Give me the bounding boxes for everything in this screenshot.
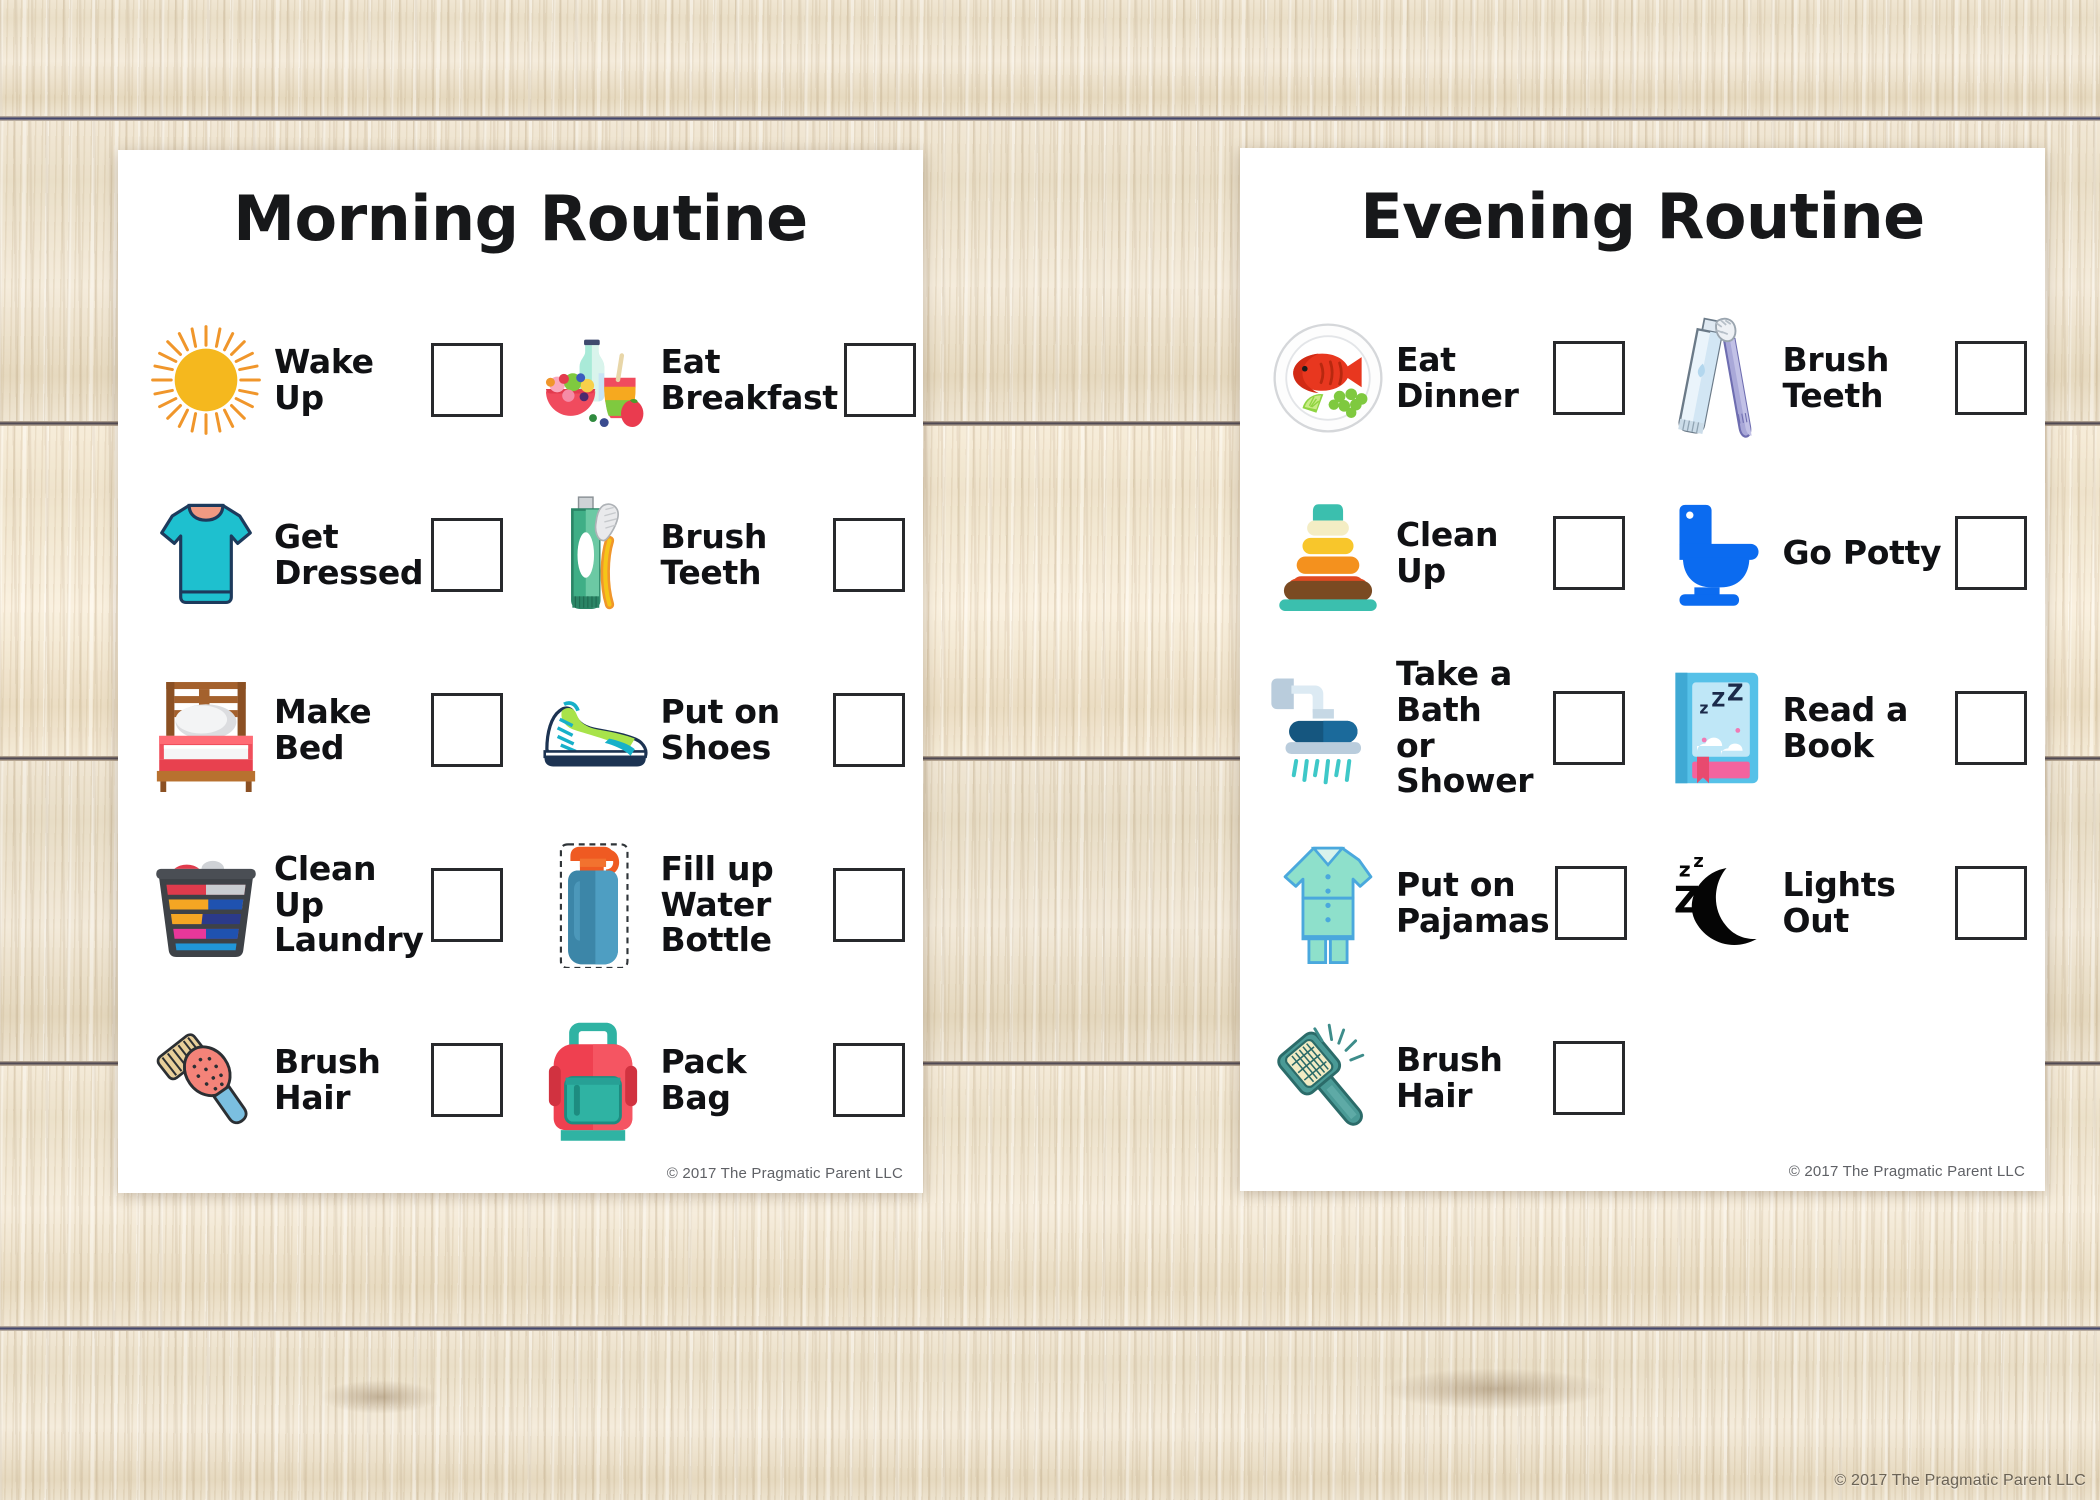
- checkbox-fill-water-bottle[interactable]: [833, 867, 905, 942]
- task-item-make-bed[interactable]: Make Bed: [118, 668, 521, 792]
- task-label: Clean Up Laundry: [274, 849, 424, 960]
- checkbox-get-dressed[interactable]: [430, 517, 503, 592]
- task-label: Brush Teeth: [660, 516, 768, 592]
- bed-icon: [144, 668, 268, 792]
- water-bottle-icon: [531, 842, 655, 968]
- checkbox-clean-up-laundry[interactable]: [430, 867, 503, 942]
- laundry-basket-icon: [144, 843, 268, 967]
- sun-icon: [144, 318, 268, 442]
- checkbox-brush-hair-evening[interactable]: [1552, 1040, 1625, 1115]
- page-title-evening: Evening Routine: [1360, 180, 1925, 253]
- task-item-brush-teeth-morning[interactable]: Brush Teeth: [521, 493, 924, 617]
- task-item-eat-breakfast[interactable]: Eat Breakfast: [521, 318, 924, 442]
- table-row: Take a Bath or Shower z Z Z Read a Book: [1240, 640, 2045, 815]
- table-row: Wake Up Eat Breakfast: [118, 292, 923, 467]
- task-label: Clean Up: [1396, 514, 1499, 590]
- task-item-fill-water-bottle[interactable]: Fill up Water Bottle: [521, 842, 924, 968]
- checkbox-pack-bag[interactable]: [833, 1042, 905, 1117]
- table-row: Brush Hair Pack Bag: [118, 992, 923, 1167]
- morning-task-list: Wake Up Eat Breakfast Get Dressed Brush …: [118, 292, 923, 1167]
- checkbox-take-bath-or-shower[interactable]: [1552, 690, 1625, 765]
- hair-brush-icon: [1266, 1016, 1390, 1140]
- evening-task-list: Eat Dinner Brush Teeth Clean Up Go Potty…: [1240, 290, 2045, 1165]
- toothbrush-icon: [1653, 316, 1777, 440]
- table-row: Make Bed Put on Shoes: [118, 642, 923, 817]
- task-item-brush-teeth-evening[interactable]: Brush Teeth: [1643, 316, 2046, 440]
- table-row: Put on Pajamas z z Z Lights Out: [1240, 815, 2045, 990]
- task-item-clean-up-laundry[interactable]: Clean Up Laundry: [118, 843, 521, 967]
- task-item-read-a-book[interactable]: z Z Z Read a Book: [1643, 666, 2046, 790]
- page-title-morning: Morning Routine: [233, 182, 808, 255]
- backpack-icon: [531, 1018, 655, 1142]
- task-label: Pack Bag: [660, 1041, 747, 1117]
- task-item-take-bath-or-shower[interactable]: Take a Bath or Shower: [1240, 656, 1643, 799]
- checkbox-eat-dinner[interactable]: [1552, 340, 1625, 415]
- task-label: Brush Teeth: [1782, 339, 1890, 415]
- toilet-icon: [1653, 491, 1777, 615]
- evening-routine-card: Evening Routine Eat Dinner Brush Teeth C…: [1240, 148, 2045, 1191]
- task-label: Get Dressed: [274, 516, 424, 592]
- checkbox-clean-up-evening[interactable]: [1552, 515, 1625, 590]
- pajamas-icon: [1266, 841, 1390, 965]
- task-item-pack-bag[interactable]: Pack Bag: [521, 1018, 924, 1142]
- task-label: Brush Hair: [1396, 1039, 1503, 1115]
- copyright-morning: © 2017 The Pragmatic Parent LLC: [666, 1165, 903, 1182]
- checkbox-eat-breakfast[interactable]: [843, 342, 916, 417]
- task-item-clean-up-evening[interactable]: Clean Up: [1240, 491, 1643, 615]
- svg-text:z: z: [1699, 699, 1708, 717]
- checkbox-brush-hair-morning[interactable]: [430, 1042, 503, 1117]
- task-item-wake-up[interactable]: Wake Up: [118, 318, 521, 442]
- checkbox-make-bed[interactable]: [430, 692, 503, 767]
- task-label: Go Potty: [1782, 532, 1942, 572]
- task-label: Take a Bath or Shower: [1396, 654, 1534, 801]
- breakfast-icon: [531, 318, 655, 442]
- task-label: Wake Up: [274, 341, 374, 417]
- task-item-put-on-pajamas[interactable]: Put on Pajamas: [1240, 841, 1643, 965]
- task-label: Lights Out: [1782, 864, 1896, 940]
- table-row: Brush Hair: [1240, 990, 2045, 1165]
- checkbox-read-a-book[interactable]: [1955, 690, 2027, 765]
- copyright-evening: © 2017 The Pragmatic Parent LLC: [1788, 1163, 2025, 1180]
- table-row: Clean Up Laundry Fill up Water Bottle: [118, 817, 923, 992]
- task-label: Read a Book: [1782, 689, 1909, 765]
- svg-text:z: z: [1693, 850, 1704, 871]
- moon-icon: z z Z: [1653, 841, 1777, 965]
- checkbox-go-potty[interactable]: [1955, 515, 2027, 590]
- task-label: Brush Hair: [274, 1041, 381, 1117]
- task-label: Put on Pajamas: [1396, 864, 1550, 940]
- task-item-get-dressed[interactable]: Get Dressed: [118, 493, 521, 617]
- task-label: Put on Shoes: [660, 691, 781, 767]
- checkbox-brush-teeth-morning[interactable]: [833, 517, 905, 592]
- hairbrush-icon: [144, 1018, 268, 1142]
- morning-routine-card: Morning Routine Wake Up Eat Breakfast Ge…: [118, 150, 923, 1193]
- checkbox-put-on-pajamas[interactable]: [1555, 865, 1628, 940]
- svg-text:Z: Z: [1711, 688, 1725, 711]
- sneaker-icon: [531, 668, 655, 792]
- checkbox-brush-teeth-evening[interactable]: [1955, 340, 2027, 415]
- task-item-go-potty[interactable]: Go Potty: [1643, 491, 2046, 615]
- table-row: Eat Dinner Brush Teeth: [1240, 290, 2045, 465]
- checkbox-lights-out[interactable]: [1955, 865, 2027, 940]
- book-icon: z Z Z: [1653, 666, 1777, 790]
- page-watermark: © 2017 The Pragmatic Parent LLC: [1834, 1472, 2086, 1489]
- shower-icon: [1266, 666, 1390, 790]
- svg-text:Z: Z: [1727, 680, 1744, 706]
- task-item-brush-hair-evening[interactable]: Brush Hair: [1240, 1016, 1643, 1140]
- task-item-put-on-shoes[interactable]: Put on Shoes: [521, 668, 924, 792]
- toothpaste-icon: [531, 493, 655, 617]
- checkbox-wake-up[interactable]: [430, 342, 503, 417]
- task-label: Eat Dinner: [1396, 339, 1519, 415]
- table-row: Clean Up Go Potty: [1240, 465, 2045, 640]
- task-item-lights-out[interactable]: z z Z Lights Out: [1643, 841, 2046, 965]
- task-item-brush-hair-morning[interactable]: Brush Hair: [118, 1018, 521, 1142]
- task-label: Make Bed: [274, 691, 372, 767]
- task-label: Eat Breakfast: [660, 341, 839, 417]
- checkbox-put-on-shoes[interactable]: [833, 692, 905, 767]
- dinner-plate-icon: [1266, 316, 1390, 440]
- stacking-rings-icon: [1266, 491, 1390, 615]
- tshirt-icon: [144, 493, 268, 617]
- table-row: Get Dressed Brush Teeth: [118, 467, 923, 642]
- task-item-eat-dinner[interactable]: Eat Dinner: [1240, 316, 1643, 440]
- task-label: Fill up Water Bottle: [660, 849, 774, 960]
